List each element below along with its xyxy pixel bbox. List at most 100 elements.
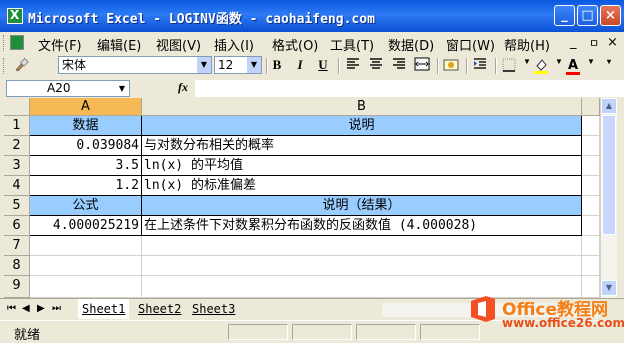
row-header[interactable]: 9 <box>4 276 30 298</box>
currency-icon[interactable] <box>442 57 460 75</box>
cell-c4[interactable] <box>582 176 600 196</box>
toolbar-grip[interactable] <box>3 58 7 74</box>
menu-file[interactable]: 文件(F) <box>38 35 82 54</box>
row-header[interactable]: 1 <box>4 116 30 136</box>
row-header[interactable]: 8 <box>4 256 30 276</box>
separator <box>495 58 497 74</box>
cell-b2[interactable]: 与对数分布相关的概率 <box>142 136 582 156</box>
next-sheet-icon[interactable]: ▶ <box>37 303 45 314</box>
menu-insert[interactable]: 插入(I) <box>214 35 254 54</box>
menu-window[interactable]: 窗口(W) <box>446 35 495 54</box>
menu-help[interactable]: 帮助(H) <box>504 35 550 54</box>
cell-b4[interactable]: ln(x) 的标准偏差 <box>142 176 582 196</box>
select-all-corner[interactable] <box>4 98 30 116</box>
cell-a8[interactable] <box>30 256 142 276</box>
row-header[interactable]: 7 <box>4 236 30 256</box>
chevron-down-icon[interactable]: ▼ <box>582 57 600 75</box>
menu-grip[interactable] <box>3 35 7 51</box>
menu-view[interactable]: 视图(V) <box>156 35 201 54</box>
toolbar-options-icon[interactable]: ▾ <box>600 57 618 75</box>
cell-c3[interactable] <box>582 156 600 176</box>
doc-minimize-button[interactable]: _ <box>570 35 577 50</box>
chevron-down-icon[interactable]: ▼ <box>115 81 129 96</box>
status-panel <box>292 324 352 340</box>
cell-a5[interactable]: 公式 <box>30 196 142 216</box>
row-header[interactable]: 5 <box>4 196 30 216</box>
cell-c1[interactable] <box>582 116 600 136</box>
doc-close-button[interactable]: × <box>607 35 618 50</box>
menu-format[interactable]: 格式(O) <box>272 35 318 54</box>
cell-b5[interactable]: 说明（结果） <box>142 196 582 216</box>
font-color-icon[interactable]: A <box>564 57 582 75</box>
first-sheet-icon[interactable]: ⏮ <box>7 303 16 314</box>
vertical-scroll-thumb[interactable] <box>602 115 616 235</box>
bold-button[interactable]: B <box>268 57 286 75</box>
cell-b7[interactable] <box>142 236 582 256</box>
align-center-icon[interactable] <box>367 57 385 75</box>
row-header[interactable]: 3 <box>4 156 30 176</box>
cell-c2[interactable] <box>582 136 600 156</box>
cell-a1[interactable]: 数据 <box>30 116 142 136</box>
maximize-button[interactable]: □ <box>577 5 598 26</box>
cell-c5[interactable] <box>582 196 600 216</box>
align-right-icon[interactable] <box>390 57 408 75</box>
cell-a6[interactable]: 4.000025219 <box>30 216 142 236</box>
doc-icon[interactable] <box>10 35 24 50</box>
watermark-logo: Office教程网 www.office26.com <box>468 292 624 338</box>
row-header[interactable]: 4 <box>4 176 30 196</box>
indent-icon[interactable] <box>471 57 489 75</box>
column-header-b[interactable]: B <box>142 98 582 116</box>
cell-a3[interactable]: 3.5 <box>30 156 142 176</box>
cell-b6[interactable]: 在上述条件下对数累积分布函数的反函数值 (4.000028) <box>142 216 582 236</box>
column-header-a[interactable]: A <box>30 98 142 116</box>
title-bar: Microsoft Excel - LOGINV函数 - caohaifeng.… <box>0 0 624 32</box>
cell-a2[interactable]: 0.039084 <box>30 136 142 156</box>
cell-c8[interactable] <box>582 256 600 276</box>
menu-edit[interactable]: 编辑(E) <box>97 35 141 54</box>
cell-c6[interactable] <box>582 216 600 236</box>
menu-bar: 文件(F) 编辑(E) 视图(V) 插入(I) 格式(O) 工具(T) 数据(D… <box>0 32 624 55</box>
font-name-select[interactable]: 宋体 ▼ <box>58 56 212 74</box>
cell-b8[interactable] <box>142 256 582 276</box>
brush-icon[interactable] <box>12 57 30 75</box>
minimize-button[interactable]: _ <box>554 5 575 26</box>
worksheet-grid[interactable]: A B 1 数据 说明 2 0.039084 与对数分布相关的概率 3 3.5 … <box>4 98 600 298</box>
row-header[interactable]: 2 <box>4 136 30 156</box>
tab-sheet2[interactable]: Sheet2 <box>134 299 185 319</box>
italic-button[interactable]: I <box>291 57 309 75</box>
excel-app-icon[interactable] <box>7 8 23 24</box>
doc-restore-button[interactable]: ㅁ <box>589 35 599 51</box>
menu-data[interactable]: 数据(D) <box>388 35 434 54</box>
separator <box>437 58 439 74</box>
status-panel <box>356 324 416 340</box>
cell-a4[interactable]: 1.2 <box>30 176 142 196</box>
tab-sheet3[interactable]: Sheet3 <box>188 299 239 319</box>
last-sheet-icon[interactable]: ⏭ <box>52 303 61 314</box>
cell-c7[interactable] <box>582 236 600 256</box>
menu-tools[interactable]: 工具(T) <box>330 35 374 54</box>
font-color-glyph: A <box>567 58 579 73</box>
name-box[interactable]: A20 ▼ <box>6 80 130 97</box>
scroll-up-icon[interactable]: ▲ <box>601 98 617 114</box>
fill-color-icon[interactable] <box>532 57 550 75</box>
close-button[interactable]: × <box>600 5 621 26</box>
cell-b1[interactable]: 说明 <box>142 116 582 136</box>
align-left-icon[interactable] <box>344 57 362 75</box>
borders-icon[interactable] <box>500 57 518 75</box>
cell-a7[interactable] <box>30 236 142 256</box>
cell-b3[interactable]: ln(x) 的平均值 <box>142 156 582 176</box>
row-header[interactable]: 6 <box>4 216 30 236</box>
vertical-scrollbar[interactable]: ▲ ▼ <box>600 98 617 298</box>
column-header-c[interactable] <box>582 98 600 116</box>
formula-input[interactable] <box>195 80 624 97</box>
underline-button[interactable]: U <box>314 57 332 75</box>
fx-icon[interactable]: fx <box>178 80 188 95</box>
tab-sheet1[interactable]: Sheet1 <box>78 299 130 319</box>
prev-sheet-icon[interactable]: ◀ <box>22 303 30 314</box>
name-box-value: A20 <box>47 81 71 95</box>
font-size-select[interactable]: 12 ▼ <box>214 56 262 74</box>
cell-a9[interactable] <box>30 276 142 298</box>
merge-center-icon[interactable] <box>413 57 431 75</box>
chevron-down-icon[interactable]: ▼ <box>197 57 211 73</box>
chevron-down-icon[interactable]: ▼ <box>247 57 261 73</box>
